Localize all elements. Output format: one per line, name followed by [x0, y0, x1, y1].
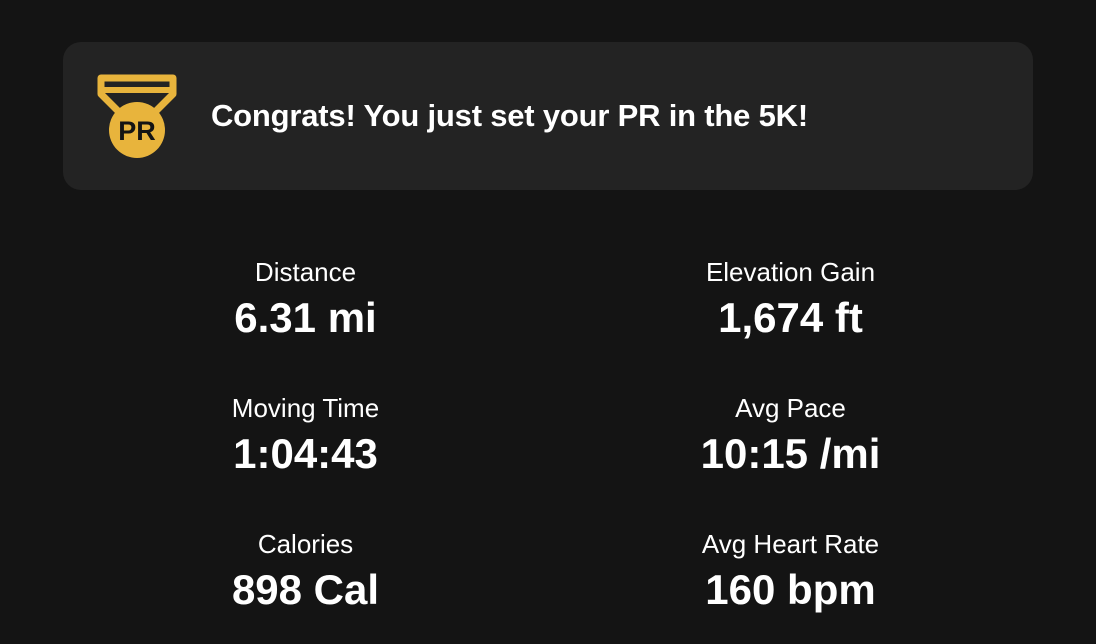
stat-elevation-gain: Elevation Gain 1,674 ft: [548, 252, 1033, 344]
pr-banner: PR Congrats! You just set your PR in the…: [63, 42, 1033, 190]
stats-grid: Distance 6.31 mi Elevation Gain 1,674 ft…: [63, 252, 1033, 632]
stat-label: Moving Time: [231, 393, 380, 423]
stat-value: 6.31 mi: [234, 294, 377, 341]
stat-value: 10:15 /mi: [700, 430, 881, 477]
stat-label: Elevation Gain: [705, 257, 876, 287]
stat-value: 898 Cal: [231, 566, 380, 613]
activity-summary: PR Congrats! You just set your PR in the…: [0, 0, 1096, 644]
stat-avg-heart-rate: Avg Heart Rate 160 bpm: [548, 524, 1033, 616]
stat-value: 1:04:43: [233, 430, 378, 477]
stat-label: Distance: [254, 257, 357, 287]
pr-message: Congrats! You just set your PR in the 5K…: [211, 98, 808, 133]
stat-distance: Distance 6.31 mi: [63, 252, 548, 344]
stat-calories: Calories 898 Cal: [63, 524, 548, 616]
stat-value: 1,674 ft: [718, 294, 863, 341]
pr-medal-icon: PR: [97, 74, 177, 160]
stat-label: Calories: [257, 529, 354, 559]
stat-moving-time: Moving Time 1:04:43: [63, 388, 548, 480]
pr-badge-text: PR: [118, 116, 156, 146]
stat-value: 160 bpm: [705, 566, 876, 613]
stat-label: Avg Heart Rate: [701, 529, 880, 559]
stat-avg-pace: Avg Pace 10:15 /mi: [548, 388, 1033, 480]
stat-label: Avg Pace: [735, 393, 846, 423]
